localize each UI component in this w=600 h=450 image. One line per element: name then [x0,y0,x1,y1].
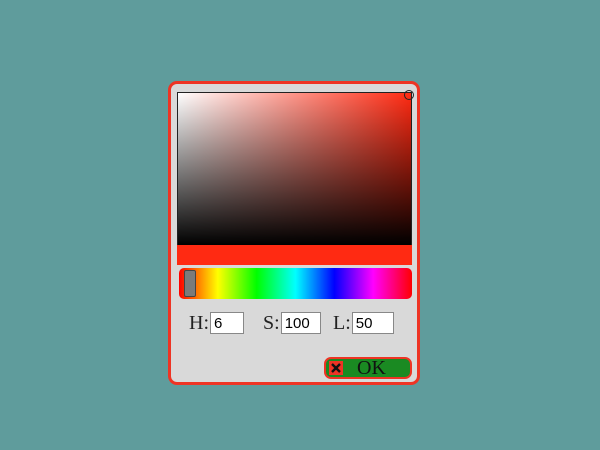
saturation-label: S: [263,311,280,334]
hue-slider[interactable] [179,268,412,299]
lightness-input[interactable] [351,312,394,334]
saturation-lightness-area[interactable] [177,90,414,246]
ok-button[interactable]: OK [324,357,412,379]
saturation-field: S: [263,310,321,336]
hue-input[interactable] [210,312,244,334]
sl-cursor-handle[interactable] [404,90,414,100]
color-preview-swatch [177,245,412,265]
color-picker-dialog: H: S: L: OK [168,81,420,385]
ok-label: OK [357,357,386,379]
lightness-label: L: [333,311,351,334]
close-x-icon [329,361,343,375]
hue-slider-thumb[interactable] [184,270,196,297]
hue-field: H: [189,310,244,336]
hue-label: H: [189,311,209,334]
saturation-input[interactable] [280,312,321,334]
lightness-field: L: [333,310,394,336]
